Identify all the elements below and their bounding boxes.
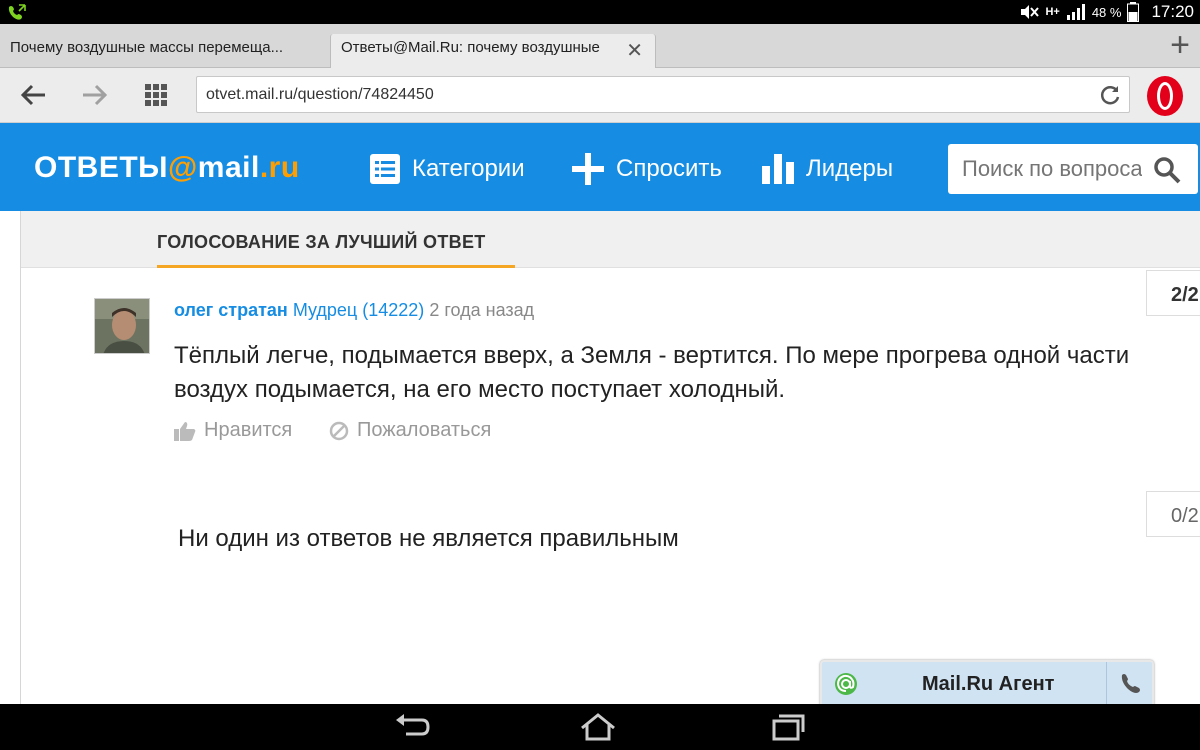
mute-icon [1021,5,1040,19]
phone-icon [1121,674,1140,693]
list-icon [370,154,400,184]
tab-active[interactable]: Ответы@Mail.Ru: почему воздушные ✕ [330,34,656,68]
back-button[interactable] [16,78,52,112]
grid-icon [145,84,167,106]
agent-label: Mail.Ru Агент [922,673,1055,695]
nav-leaders[interactable]: Лидеры [762,153,893,185]
left-divider [20,211,21,704]
signal-icon [1066,4,1085,20]
user-photo [95,299,149,353]
answer-text: Тёплый легче, подымается вверх, а Земля … [174,342,1130,403]
nav-categories-label: Категории [412,155,525,182]
block-icon [329,421,349,440]
nav-categories[interactable]: Категории [370,153,525,185]
home-icon[interactable] [578,712,618,742]
forward-button[interactable] [76,78,112,112]
otvety-logo[interactable]: ОТВЕТЫ@mail.ru [34,151,300,185]
speed-dial-button[interactable] [138,78,174,112]
site-header: ОТВЕТЫ@mail.ru Категории Спросить Лидеры [0,123,1200,211]
close-tab-icon[interactable]: ✕ [626,38,643,63]
logo-prefix: ОТВЕТЫ [34,151,169,184]
answer-time: 2 года назад [429,300,535,320]
clock: 17:20 [1151,2,1194,21]
back-icon[interactable] [392,712,432,742]
recent-apps-icon[interactable] [768,712,808,742]
address-bar: otvet.mail.ru/question/74824450 [0,68,1200,123]
author-link[interactable]: олег стратан [174,300,288,320]
answer-meta: олег стратан Мудрец (14222) 2 года назад [174,300,534,321]
phone-call-icon [8,4,26,20]
status-right: H+ 48 % 17:20 [1019,0,1194,24]
nav-ask[interactable]: Спросить [572,153,722,185]
voting-underline [157,265,515,268]
mailru-agent-widget[interactable]: Mail.Ru Агент [820,660,1154,706]
thumbs-up-icon [174,421,196,441]
vote-button-answer[interactable]: 2/2 [1146,270,1200,316]
arrow-right-icon [83,84,107,106]
battery-percent: 48 % [1091,4,1122,20]
tab-title: Ответы@Mail.Ru: почему воздушные [341,39,600,56]
logo-mail: mail [197,151,260,184]
bar-chart-icon [762,154,794,184]
like-label: Нравится [204,419,293,441]
author-rank[interactable]: Мудрец (14222) [293,300,424,320]
logo-ru: ru [268,151,300,184]
screen: H+ 48 % 17:20 Почему воздушные массы пер… [0,0,1200,750]
voting-title: ГОЛОСОВАНИЕ ЗА ЛУЧШИЙ ОТВЕТ [157,232,486,252]
arrow-left-icon [21,84,45,106]
search-icon[interactable] [1153,156,1181,184]
vote-button-none[interactable]: 0/2 [1146,491,1200,537]
nav-leaders-label: Лидеры [806,155,894,182]
logo-dot: . [259,151,269,184]
system-nav-bar [0,704,1200,750]
plus-icon [572,153,604,185]
new-tab-plus-icon[interactable]: + [1170,28,1190,62]
main-content: ГОЛОСОВАНИЕ ЗА ЛУЧШИЙ ОТВЕТ олег стратан… [0,211,1200,704]
tab-inactive[interactable]: Почему воздушные массы перемеща... [0,34,330,68]
like-button[interactable]: Нравится [174,419,292,442]
tab-title: Почему воздушные массы перемеща... [10,39,284,56]
battery-icon [1127,2,1140,22]
none-correct-option: Ни один из ответов не является правильны… [178,525,679,552]
nav-ask-label: Спросить [616,155,722,182]
url-field[interactable]: otvet.mail.ru/question/74824450 [196,76,1130,113]
report-button[interactable]: Пожаловаться [329,419,491,442]
network-type: H+ [1045,6,1060,18]
site-search[interactable] [948,144,1198,194]
tab-bar: Почему воздушные массы перемеща... Ответ… [0,24,1200,68]
search-input[interactable] [962,154,1142,184]
avatar[interactable] [94,298,150,354]
url-text: otvet.mail.ru/question/74824450 [206,86,434,103]
agent-call-button[interactable] [1106,662,1152,706]
reload-icon[interactable] [1099,84,1121,106]
report-label: Пожаловаться [357,419,492,441]
opera-menu-icon[interactable] [1144,75,1186,117]
logo-at: @ [168,151,198,184]
at-icon [835,673,857,695]
status-bar: H+ 48 % 17:20 [0,0,1200,24]
